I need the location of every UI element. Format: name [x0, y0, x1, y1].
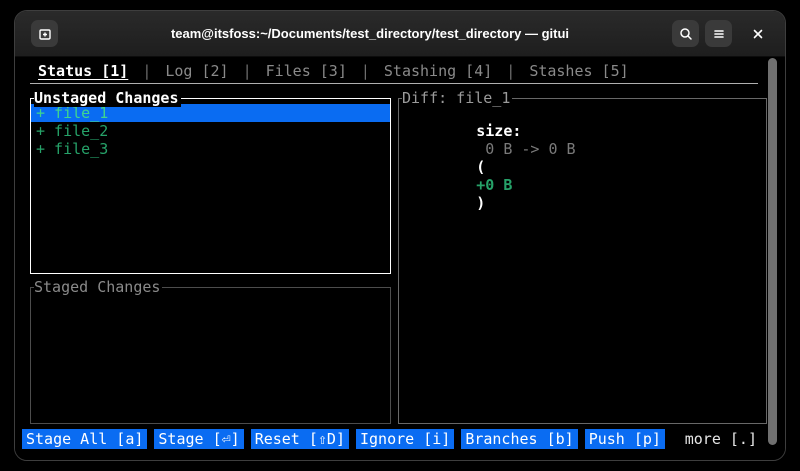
unstaged-changes-title: Unstaged Changes — [34, 89, 181, 107]
headerbar-controls — [672, 20, 771, 47]
unstaged-changes-panel: Unstaged Changes + file_1 + file_2 + fil… — [30, 89, 391, 274]
diff-panel: Diff: file_1 size: 0 B -> 0 B ( +0 B ) — [398, 89, 767, 424]
diff-size-label: size: — [476, 122, 522, 140]
staged-changes-title: Staged Changes — [34, 278, 163, 296]
staged-changes-panel: Staged Changes — [30, 278, 391, 424]
diff-paren-open: ( — [476, 158, 486, 176]
new-tab-button[interactable] — [31, 20, 58, 47]
ignore-button[interactable]: Ignore [i] — [356, 429, 455, 449]
hamburger-menu-icon — [711, 26, 727, 42]
diff-panel-title: Diff: file_1 — [402, 89, 513, 107]
branches-button[interactable]: Branches [b] — [461, 429, 578, 449]
diff-paren-close: ) — [476, 194, 486, 212]
stage-all-button[interactable]: Stage All [a] — [22, 429, 148, 449]
close-icon — [751, 27, 765, 41]
terminal-scrollbar[interactable] — [768, 58, 777, 445]
tab-files[interactable]: Files [3] — [266, 62, 347, 80]
diff-size-line: size: 0 B -> 0 B ( +0 B ) — [399, 99, 766, 230]
tab-separator: | — [360, 62, 370, 80]
diff-size-delta: +0 B — [476, 176, 513, 194]
push-button[interactable]: Push [p] — [584, 429, 665, 449]
menu-button[interactable] — [705, 20, 732, 47]
search-button[interactable] — [672, 20, 699, 47]
new-tab-icon — [37, 26, 53, 42]
close-window-button[interactable] — [745, 21, 771, 47]
terminal-content: Status [1] | Log [2] | Files [3] | Stash… — [15, 57, 785, 460]
tab-log[interactable]: Log [2] — [165, 62, 228, 80]
tab-separator: | — [242, 62, 252, 80]
headerbar: team@itsfoss:~/Documents/test_directory/… — [15, 11, 785, 57]
tab-stashes[interactable]: Stashes [5] — [529, 62, 628, 80]
list-item-file-2[interactable]: + file_2 — [31, 122, 390, 140]
tab-divider-line — [30, 83, 758, 84]
tab-separator: | — [506, 62, 516, 80]
reset-button[interactable]: Reset [⇧D] — [250, 429, 349, 449]
tab-separator: | — [142, 62, 152, 80]
diff-size-values: 0 B -> 0 B — [476, 140, 585, 158]
unstaged-file-list: + file_1 + file_2 + file_3 — [31, 99, 390, 158]
list-item-file-3[interactable]: + file_3 — [31, 140, 390, 158]
terminal-window: team@itsfoss:~/Documents/test_directory/… — [14, 10, 786, 461]
stage-button[interactable]: Stage [⏎] — [154, 429, 244, 449]
gitui-tab-bar: Status [1] | Log [2] | Files [3] | Stash… — [38, 61, 629, 81]
tab-stashing[interactable]: Stashing [4] — [384, 62, 492, 80]
tab-status[interactable]: Status [1] — [38, 62, 128, 80]
search-icon — [678, 26, 694, 42]
window-title: team@itsfoss:~/Documents/test_directory/… — [170, 26, 570, 41]
more-hint[interactable]: more [.] — [685, 429, 757, 449]
keybinding-toolbar: Stage All [a] Stage [⏎] Reset [⇧D] Ignor… — [22, 429, 665, 449]
